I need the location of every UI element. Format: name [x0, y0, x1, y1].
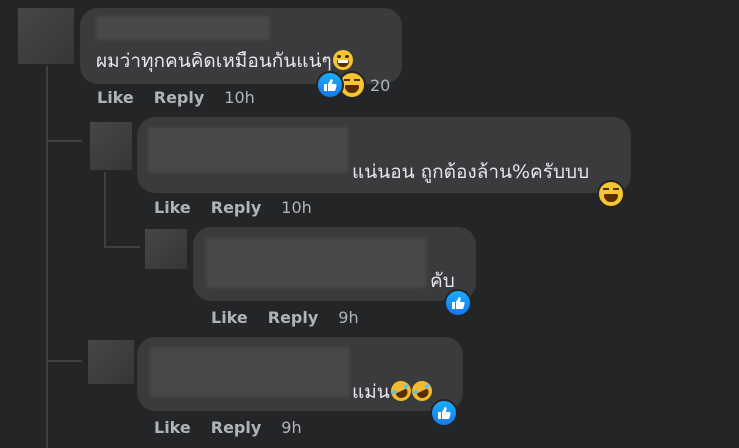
avatar[interactable]	[90, 122, 132, 170]
avatar[interactable]	[18, 8, 74, 64]
reaction-summary[interactable]	[444, 289, 472, 317]
thread-line-branch-3	[46, 360, 82, 362]
comment-text-content: แม่น	[352, 381, 390, 403]
reply-button[interactable]: Reply	[211, 198, 262, 217]
like-button[interactable]: Like	[154, 418, 191, 437]
thread-line-branch-2	[104, 246, 140, 248]
comment-text: แม่น	[352, 377, 436, 407]
thread-line-branch-1	[46, 140, 82, 142]
avatar[interactable]	[145, 229, 187, 269]
comment-text: แน่นอน ถูกต้องล้าน%ครับบบ	[352, 157, 589, 187]
grin-icon	[332, 50, 353, 70]
commenter-name-redacted[interactable]	[206, 238, 426, 288]
comment-text: ผมว่าทุกคนคิดเหมือนกันแน่ๆ	[96, 46, 353, 76]
timestamp[interactable]: 10h	[224, 88, 255, 107]
reaction-summary[interactable]: 20	[316, 71, 391, 99]
comment-actions: Like Reply 9h	[154, 418, 322, 437]
avatar[interactable]	[88, 340, 134, 384]
timestamp[interactable]: 10h	[281, 198, 312, 217]
reaction-count: 20	[370, 75, 391, 95]
commenter-name-redacted[interactable]	[150, 347, 350, 397]
reaction-summary[interactable]	[430, 399, 458, 427]
reply-button[interactable]: Reply	[154, 88, 205, 107]
timestamp[interactable]: 9h	[281, 418, 301, 437]
timestamp[interactable]: 9h	[338, 308, 358, 327]
rofl-icon	[387, 377, 415, 405]
comment-text-content: แน่นอน ถูกต้องล้าน%ครับบบ	[352, 161, 590, 183]
like-button[interactable]: Like	[211, 308, 248, 327]
thread-line-sub	[104, 172, 106, 248]
comment-actions: Like Reply 9h	[211, 308, 379, 327]
like-button[interactable]: Like	[154, 198, 191, 217]
comment-actions: Like Reply 10h	[97, 88, 275, 107]
reaction-summary[interactable]	[597, 180, 625, 208]
commenter-name-redacted[interactable]	[148, 127, 348, 173]
comment-actions: Like Reply 10h	[154, 198, 332, 217]
reply-button[interactable]: Reply	[268, 308, 319, 327]
comment-text-content: คับ	[430, 270, 455, 292]
like-reaction-icon	[430, 399, 458, 427]
comment-text-content: ผมว่าทุกคนคิดเหมือนกันแน่ๆ	[96, 50, 332, 72]
thread-line-main	[46, 66, 48, 448]
reply-button[interactable]: Reply	[211, 418, 262, 437]
like-button[interactable]: Like	[97, 88, 134, 107]
commenter-name-redacted[interactable]	[96, 16, 270, 40]
like-reaction-icon	[316, 71, 344, 99]
like-reaction-icon	[444, 289, 472, 317]
haha-reaction-icon	[597, 180, 625, 208]
